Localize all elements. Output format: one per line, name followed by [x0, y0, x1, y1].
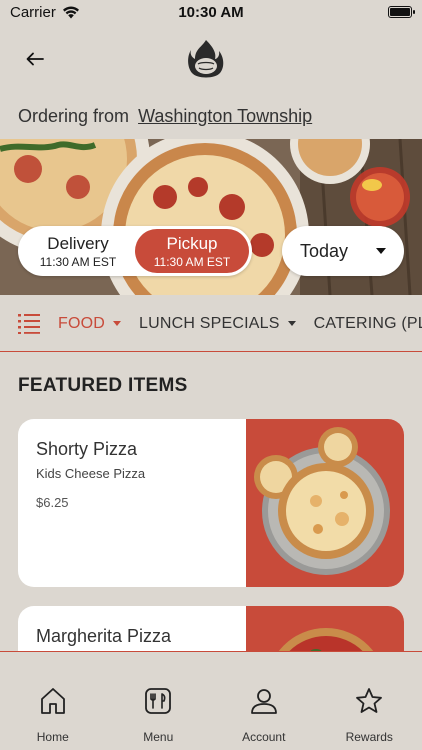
- item-photo: [246, 419, 404, 587]
- back-button[interactable]: [20, 44, 50, 74]
- list-icon[interactable]: [18, 312, 40, 334]
- top-nav: [0, 34, 422, 84]
- pickup-label: Pickup: [166, 233, 218, 253]
- item-description: Kids Cheese Pizza: [36, 466, 146, 481]
- pickup-option[interactable]: Pickup 11:30 AM EST: [135, 229, 249, 273]
- tab-label: Account: [242, 730, 286, 744]
- chevron-down-icon: [376, 248, 386, 254]
- location-link[interactable]: Washington Township: [138, 106, 312, 126]
- menu-item-card[interactable]: Shorty Pizza Kids Cheese Pizza $6.25: [18, 419, 404, 587]
- delivery-option[interactable]: Delivery 11:30 AM EST: [21, 229, 135, 273]
- star-icon: [356, 688, 383, 713]
- category-tab-catering[interactable]: CATERING (PLEA: [314, 315, 422, 333]
- day-select[interactable]: Today: [282, 226, 404, 276]
- chevron-down-icon: [113, 321, 122, 326]
- pickup-time: 11:30 AM EST: [153, 254, 231, 269]
- arrow-left-icon: [26, 52, 44, 66]
- ordering-prefix: Ordering from: [18, 106, 130, 126]
- category-bar: FOOD LUNCH SPECIALS CATERING (PLEA: [0, 295, 422, 352]
- delivery-label: Delivery: [47, 233, 109, 253]
- ordering-from: Ordering from Washington Township: [18, 106, 312, 127]
- tab-home[interactable]: Home: [0, 652, 106, 750]
- wifi-icon: [62, 6, 79, 18]
- battery-icon: [388, 6, 415, 18]
- category-label: LUNCH SPECIALS: [139, 314, 280, 332]
- item-price: $6.25: [36, 495, 69, 510]
- brand-logo: [188, 40, 224, 78]
- menu-icon: [145, 688, 172, 714]
- order-mode-toggle: Delivery 11:30 AM EST Pickup 11:30 AM ES…: [18, 226, 252, 276]
- account-icon: [250, 689, 277, 714]
- category-tab-food[interactable]: FOOD: [58, 314, 122, 333]
- category-tab-lunch-specials[interactable]: LUNCH SPECIALS: [139, 315, 296, 333]
- tab-label: Home: [36, 730, 69, 744]
- tab-account[interactable]: Account: [211, 652, 317, 750]
- tab-rewards[interactable]: Rewards: [317, 652, 422, 750]
- item-name: Shorty Pizza: [36, 439, 138, 459]
- section-title: FEATURED ITEMS: [18, 375, 188, 396]
- tab-label: Menu: [143, 730, 174, 744]
- status-bar: Carrier 10:30 AM: [0, 0, 422, 24]
- tab-bar: Home Menu Account Rewards: [0, 651, 422, 750]
- tab-label: Rewards: [345, 730, 393, 744]
- category-label: FOOD: [58, 314, 106, 332]
- category-label: CATERING (PLEA: [313, 314, 422, 332]
- tab-menu[interactable]: Menu: [106, 652, 212, 750]
- chevron-down-icon: [287, 321, 296, 326]
- home-icon: [40, 688, 65, 714]
- carrier-label: Carrier: [10, 3, 56, 21]
- delivery-time: 11:30 AM EST: [39, 254, 117, 269]
- item-name: Margherita Pizza: [36, 626, 172, 646]
- day-select-value: Today: [300, 240, 349, 261]
